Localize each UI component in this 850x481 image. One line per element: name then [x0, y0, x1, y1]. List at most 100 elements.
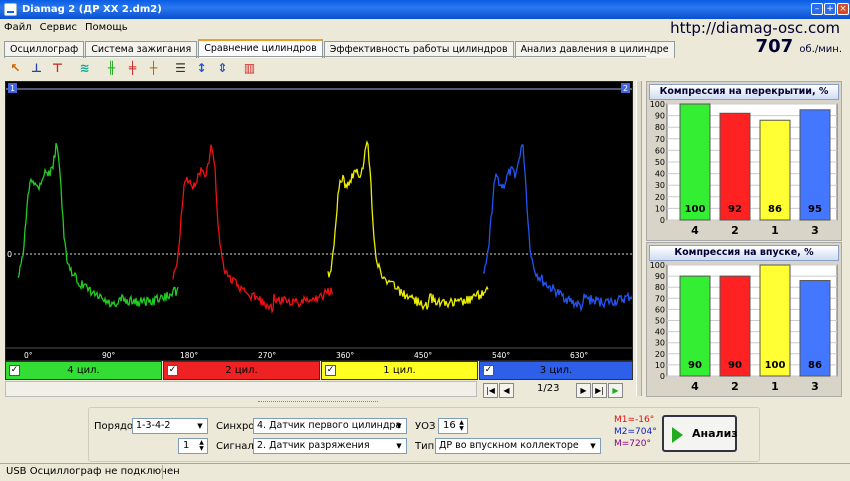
m1-value: M1=-16°: [614, 415, 655, 425]
sync-value: 4. Датчик первого цилиндра: [257, 420, 402, 431]
pulse-rise-icon[interactable]: ⊥: [27, 59, 46, 78]
bar-chart-icon[interactable]: ▥: [240, 59, 259, 78]
waveform-cyl-1: [327, 140, 489, 311]
sync-select[interactable]: 4. Датчик первого цилиндра ▼: [253, 418, 407, 434]
menu-bar: Файл Сервис Помощь: [0, 19, 600, 37]
cylinder-toggle-bar: ✓ 4 цил. ✓ 2 цил. ✓ 1 цил. ✓ 3 цил.: [5, 361, 633, 380]
window-title: Diamag 2 (ДР XX 2.dm2): [22, 4, 162, 15]
category-label: 2: [731, 224, 739, 237]
pulse-fall-icon[interactable]: ⊤: [48, 59, 67, 78]
category-label: 1: [771, 224, 779, 237]
m-value: M=720°: [614, 439, 651, 449]
y-tick-label: 60: [655, 305, 665, 314]
y-tick-label: 0: [660, 216, 665, 225]
rpm-unit: об./мин.: [799, 44, 842, 55]
x-tick-label: 360°: [336, 351, 354, 360]
maximize-button[interactable]: +: [824, 3, 836, 15]
bar-value-label: 100: [685, 204, 706, 215]
y-tick-label: 70: [655, 135, 665, 144]
horizontal-scrollbar[interactable]: [5, 381, 477, 397]
next-page-button[interactable]: ▶: [576, 383, 591, 398]
layers-icon[interactable]: ≋: [75, 59, 94, 78]
sync-label: Синхро:: [216, 421, 258, 432]
waveform-cyl-2: [172, 144, 334, 314]
type-select[interactable]: ДР во впускном коллекторе ▼: [435, 438, 601, 454]
play-button[interactable]: ▶: [608, 383, 623, 398]
y-tick-label: 80: [655, 123, 665, 132]
chevron-down-icon: ▼: [590, 442, 596, 450]
compress-vertical-icon[interactable]: ⇕: [213, 59, 232, 78]
expand-vertical-icon[interactable]: ↕: [192, 59, 211, 78]
spin-down-icon[interactable]: ▼: [457, 426, 466, 432]
cylinder-toggle-4[interactable]: ✓ 4 цил.: [5, 361, 162, 380]
category-label: 1: [771, 380, 779, 393]
cylinder-label: 1 цил.: [383, 365, 416, 376]
menu-help[interactable]: Помощь: [81, 19, 132, 37]
bar-value-label: 90: [688, 360, 702, 371]
signal-green-icon[interactable]: ╫: [102, 59, 121, 78]
y-tick-label: 80: [655, 283, 665, 292]
panel-splitter[interactable]: [258, 401, 378, 406]
cylinder-checkbox[interactable]: ✓: [167, 365, 178, 376]
y-tick-label: 50: [655, 158, 665, 167]
analyze-label: Анализ: [692, 427, 738, 440]
last-page-button[interactable]: ▶|: [592, 383, 607, 398]
signal-red-icon[interactable]: ╪: [123, 59, 142, 78]
menu-service[interactable]: Сервис: [36, 19, 81, 37]
minimize-button[interactable]: –: [811, 3, 823, 15]
cylinder-checkbox[interactable]: ✓: [9, 365, 20, 376]
title-bar: Diamag 2 (ДР XX 2.dm2): [0, 0, 850, 19]
order-select[interactable]: 1-3-4-2 ▼: [132, 418, 208, 434]
cylinder-toggle-1[interactable]: ✓ 1 цил.: [321, 361, 478, 380]
category-label: 3: [811, 224, 819, 237]
overlap-compression-chart: 0 10 20 30 40 50 60 70 80 90 100 100 4 92 2 86 1 95 3 Комп…: [646, 81, 842, 241]
m2-value: M2=704°: [614, 427, 657, 437]
cycle-spinner[interactable]: 1 ▲ ▼: [178, 438, 208, 454]
cylinder-toggle-3[interactable]: ✓ 3 цил.: [479, 361, 633, 380]
intake-compression-plot: 0 10 20 30 40 50 60 70 80 90 100 90 4 90 2 100 1 86 3: [650, 261, 838, 393]
y-tick-label: 10: [655, 204, 665, 213]
bar-4: [679, 103, 711, 221]
y-tick-label: 40: [655, 170, 665, 179]
cylinder-label: 4 цил.: [67, 365, 100, 376]
cylinder-checkbox[interactable]: ✓: [325, 365, 336, 376]
cylinder-checkbox[interactable]: ✓: [483, 365, 494, 376]
bar-value-label: 92: [728, 204, 742, 215]
overlap-compression-plot: 0 10 20 30 40 50 60 70 80 90 100 100 4 92 2 86 1 95 3: [650, 100, 838, 237]
signal-value: 2. Датчик разряжения: [257, 440, 370, 451]
x-tick-label: 450°: [414, 351, 432, 360]
x-tick-label: 0°: [24, 351, 33, 360]
y-tick-label: 0: [660, 372, 665, 381]
bar-value-label: 100: [765, 360, 786, 371]
spin-down-icon[interactable]: ▼: [197, 446, 206, 452]
prev-page-button[interactable]: ◀: [499, 383, 514, 398]
oscilloscope-view[interactable]: 1 2 0 0° 90° 180° 270° 360° 450° 540° 630°: [5, 81, 633, 361]
analyze-button[interactable]: Анализ: [662, 415, 738, 452]
y-tick-label: 30: [655, 339, 665, 348]
pager: |◀ ◀ 1/23 ▶ ▶| ▶: [479, 381, 633, 398]
vertical-splitter[interactable]: [636, 81, 642, 396]
menu-file[interactable]: Файл: [0, 19, 36, 37]
y-tick-label: 90: [655, 272, 665, 281]
y-tick-label: 20: [655, 350, 665, 359]
app-icon: [4, 3, 17, 16]
signal-select[interactable]: 2. Датчик разряжения ▼: [253, 438, 407, 454]
bar-value-label: 86: [768, 204, 782, 215]
uoz-label: УОЗ: [415, 421, 436, 432]
chevron-down-icon: ▼: [197, 422, 203, 430]
status-text: USB Осциллограф не подключен: [6, 466, 180, 477]
close-button[interactable]: ×: [837, 3, 849, 15]
uoz-spinner[interactable]: 16 ▲ ▼: [438, 418, 468, 434]
order-value: 1-3-4-2: [136, 420, 171, 431]
status-divider: [162, 465, 163, 479]
lines-icon[interactable]: ☰: [171, 59, 190, 78]
cycle-value: 1: [183, 440, 190, 451]
zero-label: 0: [7, 250, 12, 259]
cylinder-toggle-2[interactable]: ✓ 2 цил.: [163, 361, 320, 380]
bar-value-label: 86: [808, 360, 822, 371]
first-page-button[interactable]: |◀: [483, 383, 498, 398]
tab-divider: [4, 56, 646, 57]
signal-mixed-icon[interactable]: ┼: [144, 59, 163, 78]
x-tick-label: 630°: [570, 351, 588, 360]
cursor-tool-icon[interactable]: ↖: [6, 59, 25, 78]
